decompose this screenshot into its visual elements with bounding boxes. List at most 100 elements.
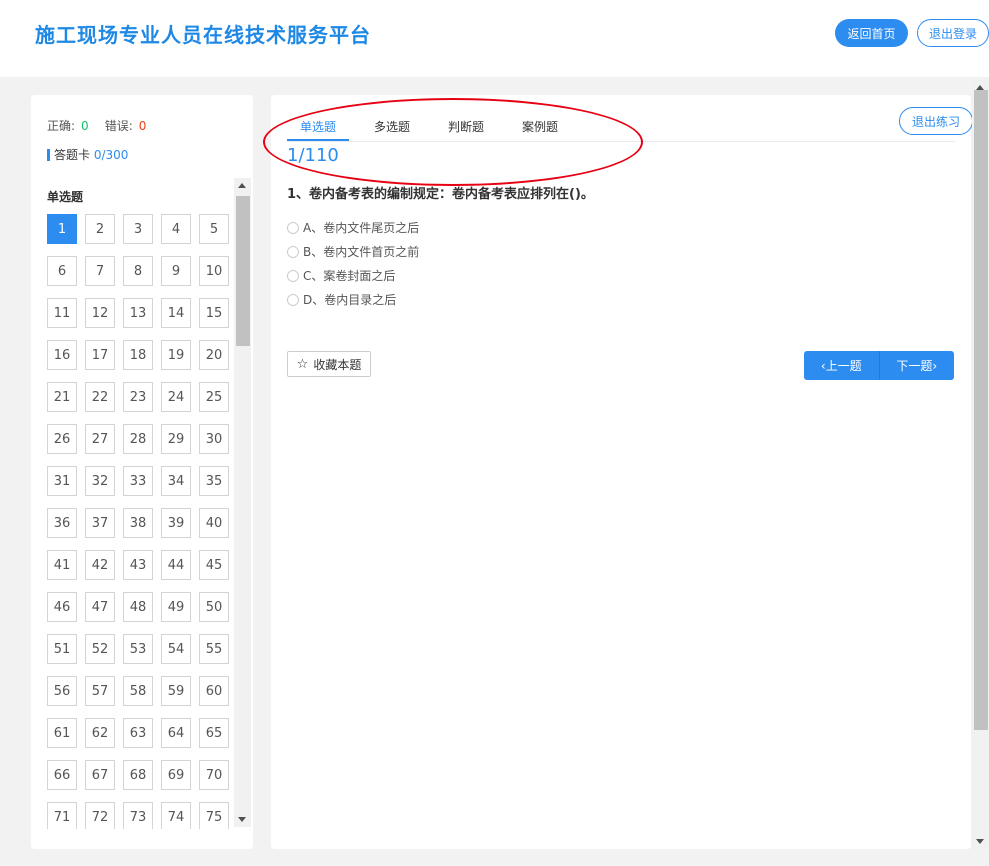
question-number-button[interactable]: 34 xyxy=(161,466,191,496)
tab-multiple-choice[interactable]: 多选题 xyxy=(374,118,410,135)
question-number-button[interactable]: 39 xyxy=(161,508,191,538)
question-number-button[interactable]: 73 xyxy=(123,802,153,829)
question-number-button[interactable]: 74 xyxy=(161,802,191,829)
question-number-button[interactable]: 19 xyxy=(161,340,191,370)
question-number-button[interactable]: 61 xyxy=(47,718,77,748)
question-number-button[interactable]: 57 xyxy=(85,676,115,706)
question-number-button[interactable]: 67 xyxy=(85,760,115,790)
question-number-button[interactable]: 41 xyxy=(47,550,77,580)
option-d[interactable]: D、卷内目录之后 xyxy=(287,291,396,308)
question-number-button[interactable]: 37 xyxy=(85,508,115,538)
question-number-button[interactable]: 42 xyxy=(85,550,115,580)
question-number-button[interactable]: 28 xyxy=(123,424,153,454)
home-button[interactable]: 返回首页 xyxy=(835,19,908,47)
question-number-button[interactable]: 68 xyxy=(123,760,153,790)
question-number-button[interactable]: 23 xyxy=(123,382,153,412)
question-number-button[interactable]: 38 xyxy=(123,508,153,538)
question-number-button[interactable]: 22 xyxy=(85,382,115,412)
question-number-button[interactable]: 3 xyxy=(123,214,153,244)
question-number-button[interactable]: 16 xyxy=(47,340,77,370)
question-number-button[interactable]: 63 xyxy=(123,718,153,748)
question-number-button[interactable]: 29 xyxy=(161,424,191,454)
question-number-button[interactable]: 65 xyxy=(199,718,229,748)
question-number-button[interactable]: 5 xyxy=(199,214,229,244)
radio-icon[interactable] xyxy=(287,269,299,282)
radio-icon[interactable] xyxy=(287,245,299,258)
question-number-button[interactable]: 64 xyxy=(161,718,191,748)
radio-icon[interactable] xyxy=(287,221,299,234)
question-number-button[interactable]: 36 xyxy=(47,508,77,538)
question-number-button[interactable]: 56 xyxy=(47,676,77,706)
question-number-button[interactable]: 47 xyxy=(85,592,115,622)
logout-button[interactable]: 退出登录 xyxy=(917,19,989,47)
question-number-button[interactable]: 72 xyxy=(85,802,115,829)
question-number-button[interactable]: 53 xyxy=(123,634,153,664)
question-number-button[interactable]: 49 xyxy=(161,592,191,622)
question-number-button[interactable]: 71 xyxy=(47,802,77,829)
page-scroll-thumb[interactable] xyxy=(974,90,988,730)
question-number-button[interactable]: 46 xyxy=(47,592,77,622)
tab-single-choice[interactable]: 单选题 xyxy=(300,118,336,135)
question-number-button[interactable]: 1 xyxy=(47,214,77,244)
question-number-button[interactable]: 8 xyxy=(123,256,153,286)
question-number-button[interactable]: 54 xyxy=(161,634,191,664)
question-number-button[interactable]: 44 xyxy=(161,550,191,580)
question-number-button[interactable]: 20 xyxy=(199,340,229,370)
scroll-down-icon[interactable] xyxy=(238,817,246,822)
question-number-button[interactable]: 31 xyxy=(47,466,77,496)
page-scrollbar[interactable] xyxy=(972,80,989,849)
question-number-button[interactable]: 43 xyxy=(123,550,153,580)
question-number-button[interactable]: 26 xyxy=(47,424,77,454)
question-number-button[interactable]: 55 xyxy=(199,634,229,664)
question-number-button[interactable]: 13 xyxy=(123,298,153,328)
question-number-button[interactable]: 52 xyxy=(85,634,115,664)
option-b[interactable]: B、卷内文件首页之前 xyxy=(287,243,419,260)
question-number-button[interactable]: 11 xyxy=(47,298,77,328)
question-number-button[interactable]: 33 xyxy=(123,466,153,496)
question-number-button[interactable]: 45 xyxy=(199,550,229,580)
scroll-up-icon[interactable] xyxy=(238,183,246,188)
question-number-button[interactable]: 66 xyxy=(47,760,77,790)
question-number-button[interactable]: 4 xyxy=(161,214,191,244)
question-number-button[interactable]: 24 xyxy=(161,382,191,412)
question-number-button[interactable]: 10 xyxy=(199,256,229,286)
question-number-button[interactable]: 25 xyxy=(199,382,229,412)
sidebar-scrollbar[interactable] xyxy=(234,178,251,827)
favorite-button[interactable]: ☆ 收藏本题 xyxy=(287,351,371,377)
question-number-button[interactable]: 15 xyxy=(199,298,229,328)
prev-question-button[interactable]: ‹ 上一题 xyxy=(804,351,879,380)
exit-practice-button[interactable]: 退出练习 xyxy=(899,107,973,135)
question-number-button[interactable]: 9 xyxy=(161,256,191,286)
radio-icon[interactable] xyxy=(287,293,299,306)
question-number-button[interactable]: 7 xyxy=(85,256,115,286)
sidebar-scroll-thumb[interactable] xyxy=(236,196,250,346)
question-number-button[interactable]: 70 xyxy=(199,760,229,790)
question-number-button[interactable]: 32 xyxy=(85,466,115,496)
question-number-button[interactable]: 12 xyxy=(85,298,115,328)
question-number-button[interactable]: 62 xyxy=(85,718,115,748)
tab-case[interactable]: 案例题 xyxy=(522,118,558,135)
question-number-button[interactable]: 48 xyxy=(123,592,153,622)
question-number-button[interactable]: 27 xyxy=(85,424,115,454)
question-number-button[interactable]: 18 xyxy=(123,340,153,370)
question-number-button[interactable]: 51 xyxy=(47,634,77,664)
scroll-down-icon[interactable] xyxy=(976,839,984,844)
question-number-button[interactable]: 75 xyxy=(199,802,229,829)
question-number-button[interactable]: 21 xyxy=(47,382,77,412)
question-number-button[interactable]: 50 xyxy=(199,592,229,622)
question-number-button[interactable]: 6 xyxy=(47,256,77,286)
next-question-button[interactable]: 下一题 › xyxy=(878,351,955,380)
question-number-button[interactable]: 40 xyxy=(199,508,229,538)
option-c[interactable]: C、案卷封面之后 xyxy=(287,267,395,284)
question-number-button[interactable]: 58 xyxy=(123,676,153,706)
question-number-button[interactable]: 35 xyxy=(199,466,229,496)
question-number-button[interactable]: 17 xyxy=(85,340,115,370)
question-number-button[interactable]: 2 xyxy=(85,214,115,244)
option-a[interactable]: A、卷内文件尾页之后 xyxy=(287,219,419,236)
tab-true-false[interactable]: 判断题 xyxy=(448,118,484,135)
question-number-button[interactable]: 59 xyxy=(161,676,191,706)
question-number-button[interactable]: 14 xyxy=(161,298,191,328)
question-number-button[interactable]: 60 xyxy=(199,676,229,706)
question-number-button[interactable]: 69 xyxy=(161,760,191,790)
question-number-button[interactable]: 30 xyxy=(199,424,229,454)
